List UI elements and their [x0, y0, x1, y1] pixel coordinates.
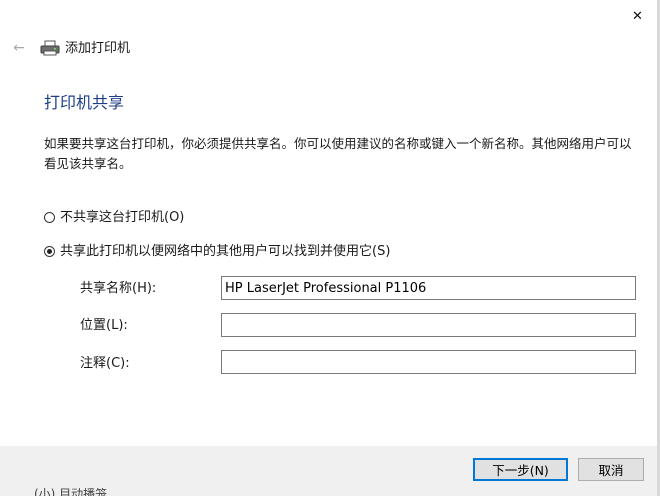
radio-unchecked-icon: [44, 212, 55, 223]
add-printer-dialog: ✕ ← 添加打印机 打印机共享 如果要共享这台打印机，你必须提供共享名。你可以使…: [0, 0, 658, 496]
page-title: 打印机共享: [44, 93, 125, 112]
location-input[interactable]: [221, 313, 636, 337]
comment-label: 注释(C):: [80, 356, 130, 371]
share-label: 共享此打印机以便网络中的其他用户可以找到并使用它(S): [60, 244, 391, 259]
close-icon: ✕: [632, 8, 643, 24]
no-share-radio[interactable]: 不共享这台打印机(O): [44, 209, 184, 226]
page-description: 如果要共享这台打印机，你必须提供共享名。你可以使用建议的名称或键入一个新名称。其…: [44, 136, 632, 171]
share-radio[interactable]: 共享此打印机以便网络中的其他用户可以找到并使用它(S): [44, 243, 390, 260]
back-arrow-icon: ←: [13, 40, 25, 56]
cancel-button[interactable]: 取消: [578, 458, 644, 481]
printer-icon: [40, 40, 60, 56]
location-label: 位置(L):: [80, 318, 128, 333]
next-button[interactable]: 下一步(N): [473, 458, 568, 481]
close-button[interactable]: ✕: [618, 0, 657, 32]
share-name-label: 共享名称(H):: [80, 281, 157, 296]
radio-checked-icon: [44, 246, 55, 257]
background-window-text: (小) 目动播笼: [34, 488, 108, 496]
wizard-title: 添加打印机: [65, 41, 131, 56]
back-button[interactable]: ←: [8, 38, 30, 58]
no-share-label: 不共享这台打印机(O): [60, 210, 185, 225]
comment-input[interactable]: [221, 350, 636, 374]
share-name-input[interactable]: [221, 276, 636, 300]
